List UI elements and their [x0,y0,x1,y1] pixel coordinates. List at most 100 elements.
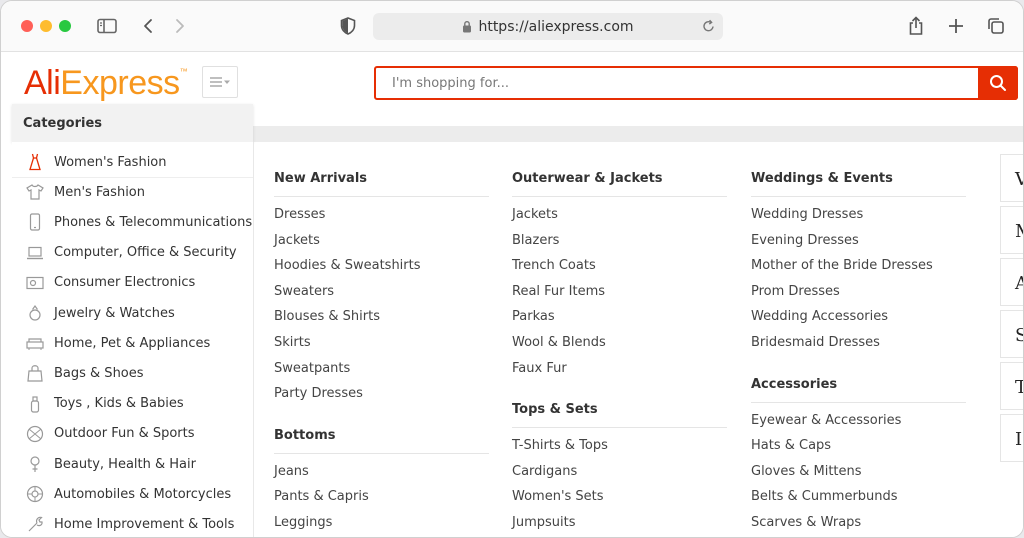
camera-icon [26,274,44,292]
sidebar-category-item[interactable]: Outdoor Fun & Sports [12,419,253,449]
section-title[interactable]: Weddings & Events [751,170,966,197]
subcategory-link[interactable]: Women's Sets [512,488,727,514]
subcategory-link[interactable]: Jumpsuits [512,514,727,537]
subcategory-column: Weddings & Events Wedding Dresses Evening … [751,170,966,537]
subcategory-link[interactable]: Wedding Accessories [751,308,966,334]
lipstick-icon [26,455,44,473]
subcategory-link[interactable]: Cardigans [512,463,727,489]
tools-icon [26,515,44,533]
promo-thumbnail[interactable]: T [1000,362,1023,410]
sidebar-category-item[interactable]: Home, Pet & Appliances [12,328,253,358]
subcategory-link[interactable]: Blouses & Shirts [274,308,489,334]
subcategory-link[interactable]: Eyewear & Accessories [751,412,966,438]
subcategory-link[interactable]: Jackets [274,232,489,258]
subcategory-link[interactable]: Scarves & Wraps [751,514,966,537]
subcategory-link[interactable]: Mother of the Bride Dresses [751,257,966,283]
promo-thumbnail[interactable]: I [1000,414,1023,462]
sidebar-category-item[interactable]: Jewelry & Watches [12,298,253,328]
sidebar-category-item[interactable]: Home Improvement & Tools [12,509,253,537]
search-button[interactable] [978,66,1018,100]
browser-window: https://aliexpress.com AliExpress™ I'm s… [0,0,1024,538]
sidebar-toggle-icon[interactable] [95,14,119,38]
promo-thumbnail-letter: M [1015,221,1023,242]
subcategory-link[interactable]: Sweaters [274,283,489,309]
subcategory-link[interactable]: Gloves & Mittens [751,463,966,489]
sidebar-category-item[interactable]: Consumer Electronics [12,268,253,298]
category-label: Women's Fashion [54,154,167,170]
search-input[interactable] [390,75,954,92]
reload-icon[interactable] [702,19,715,33]
subcategory-link[interactable]: Jeans [274,463,489,489]
share-icon[interactable] [904,14,928,38]
wheel-icon [26,485,44,503]
aliexpress-logo[interactable]: AliExpress™ [24,66,188,100]
privacy-shield-icon[interactable] [336,14,360,38]
subcategory-link[interactable]: Bridesmaid Dresses [751,334,966,360]
sidebar-category-item[interactable]: Bags & Shoes [12,358,253,388]
sidebar-category-item[interactable]: Phones & Telecommunications [12,207,253,237]
subcategory-link[interactable]: Parkas [512,308,727,334]
sidebar-category-item[interactable]: Women's Fashion [12,147,253,178]
subcategory-link[interactable]: Wedding Dresses [751,206,966,232]
subcategory-link[interactable]: Sweatpants [274,360,489,386]
forward-icon[interactable] [168,14,192,38]
sidebar-category-item[interactable]: Computer, Office & Security [12,238,253,268]
category-label: Outdoor Fun & Sports [54,426,195,442]
maximize-window-button[interactable] [59,20,71,32]
subcategory-link[interactable]: Pants & Capris [274,488,489,514]
subcategory-link[interactable]: Evening Dresses [751,232,966,258]
category-label: Automobiles & Motorcycles [54,486,232,502]
subcategory-link[interactable]: T-Shirts & Tops [512,437,727,463]
section-title[interactable]: Accessories [751,376,966,403]
categories-sidebar: Women's Fashion Men's Fashion Phones & Tel… [12,142,254,537]
sidebar-category-item[interactable]: Men's Fashion [12,177,253,207]
aliexpress-page: AliExpress™ Categories Women's Fashion Me… [1,52,1023,537]
section-title[interactable]: Outerwear & Jackets [512,170,727,197]
categories-header: Categories [12,104,253,142]
subcategory-link[interactable]: Blazers [512,232,727,258]
sidebar-category-item[interactable]: Toys , Kids & Babies [12,389,253,419]
section-title[interactable]: New Arrivals [274,170,489,197]
promo-thumbnail-letter: T [1015,377,1023,398]
sidebar-category-item[interactable]: Beauty, Health & Hair [12,449,253,479]
subcategory-link[interactable]: Belts & Cummerbunds [751,488,966,514]
subcategory-link[interactable]: Prom Dresses [751,283,966,309]
category-label: Beauty, Health & Hair [54,456,196,472]
promo-thumbnail[interactable]: S [1000,310,1023,358]
category-menu-button[interactable] [202,66,238,98]
subcategory-link[interactable]: Dresses [274,206,489,232]
back-icon[interactable] [136,14,160,38]
section-title[interactable]: Tops & Sets [512,401,727,429]
browser-toolbar: https://aliexpress.com [1,1,1023,52]
banner-strip [253,126,1023,142]
new-tab-icon[interactable] [944,14,968,38]
subcategory-link[interactable]: Hats & Caps [751,437,966,463]
subcategory-link[interactable]: Party Dresses [274,385,489,411]
address-bar[interactable]: https://aliexpress.com [373,13,723,40]
category-label: Phones & Telecommunications [54,214,253,230]
minimize-window-button[interactable] [40,20,52,32]
bag-icon [26,364,44,382]
promo-thumbnail[interactable]: A [1000,258,1023,306]
promo-thumbnail[interactable]: V [1000,154,1023,202]
category-label: Home Improvement & Tools [54,516,235,532]
subcategory-link[interactable]: Hoodies & Sweatshirts [274,257,489,283]
phone-icon [26,213,44,231]
search-icon [990,75,1006,91]
close-window-button[interactable] [21,20,33,32]
subcategory-link[interactable]: Wool & Blends [512,334,727,360]
subcategory-link[interactable]: Leggings [274,514,489,537]
sidebar-category-item[interactable]: Automobiles & Motorcycles [12,479,253,509]
subcategory-link[interactable]: Faux Fur [512,360,727,386]
category-label: Home, Pet & Appliances [54,335,211,351]
promo-thumbnail[interactable]: M [1000,206,1023,254]
subcategory-link[interactable]: Skirts [274,334,489,360]
promo-thumbnail-letter: I [1015,429,1023,450]
subcategory-link[interactable]: Jackets [512,206,727,232]
subcategory-link[interactable]: Trench Coats [512,257,727,283]
subcategory-link[interactable]: Real Fur Items [512,283,727,309]
lock-icon [462,20,472,33]
tab-overview-icon[interactable] [984,14,1008,38]
section-title[interactable]: Bottoms [274,427,489,454]
